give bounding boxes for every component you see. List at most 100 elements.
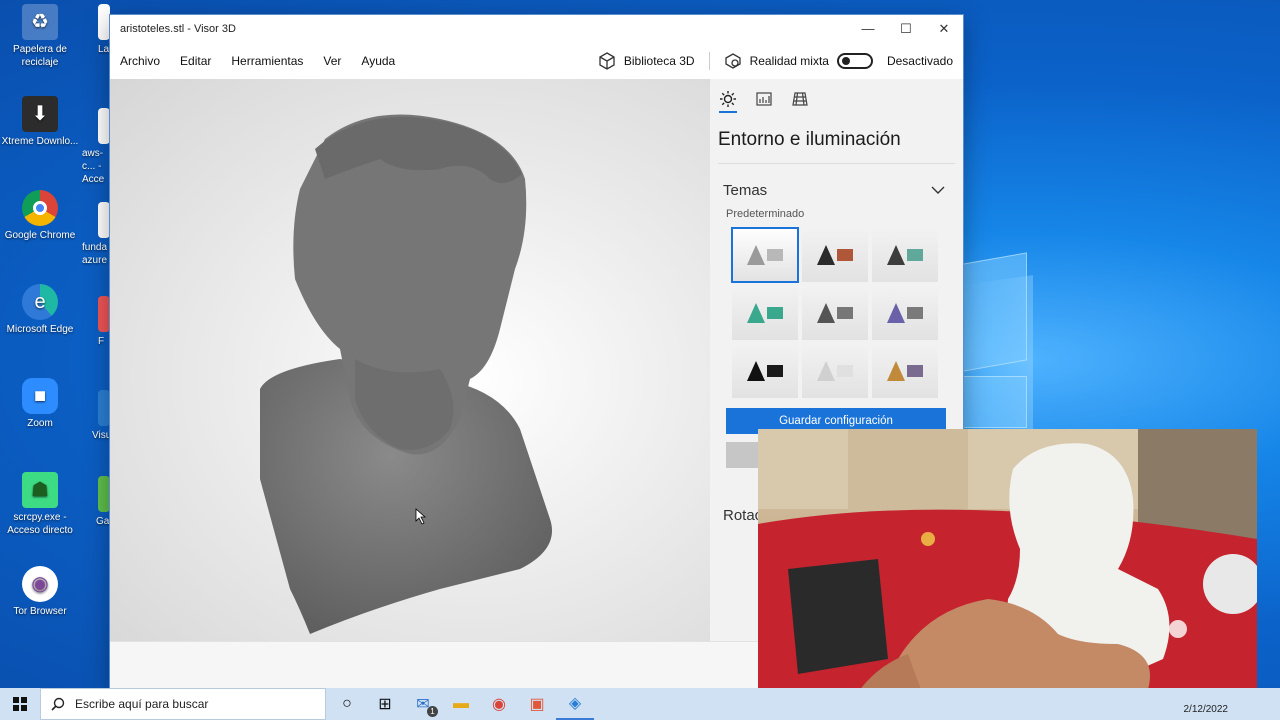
task-view-icon[interactable]: ⊞ (366, 688, 404, 720)
windows-logo-icon (13, 697, 27, 711)
cube-icon (599, 51, 615, 70)
taskbar-date: 2/12/2022 (1183, 704, 1229, 715)
file-icon (98, 108, 110, 144)
mixed-reality-toggle[interactable] (836, 52, 873, 69)
wallpaper-logo-pane (963, 376, 1027, 428)
desktop-icon-google-chrome[interactable]: Google Chrome (0, 190, 80, 242)
grid-icon (792, 92, 808, 106)
theme-cone-shape (747, 245, 765, 265)
desktop-icon-xtreme-download[interactable]: ⬇ Xtreme Downlo... (0, 96, 80, 148)
window-title: aristoteles.stl - Visor 3D (120, 22, 236, 35)
download-arrow-icon: ⬇ (22, 96, 58, 132)
menu-ver[interactable]: Ver (313, 54, 351, 68)
desktop-icon-microsoft-edge[interactable]: e Microsoft Edge (0, 284, 80, 336)
start-button[interactable] (0, 688, 40, 720)
tab-mesh[interactable] (791, 91, 809, 113)
mail-badge: 1 (427, 706, 438, 717)
minimize-button[interactable]: — (849, 15, 887, 42)
menu-separator (708, 51, 710, 70)
mixed-reality-icon (724, 52, 741, 69)
visual-studio-icon (98, 390, 110, 426)
themes-section-header[interactable]: Temas (710, 164, 963, 204)
mixed-reality-state: Desactivado (886, 53, 953, 68)
app-icon (98, 476, 110, 512)
recycle-bin-icon: ♻ (22, 4, 58, 40)
theme-cone-shape (817, 245, 835, 265)
desktop-icon-partial[interactable]: aws-c... - Acce (82, 108, 110, 186)
mail-icon[interactable]: ✉ 1 (404, 688, 442, 720)
theme-box-shape (837, 307, 853, 319)
theme-cone-shape (747, 361, 765, 381)
menu-herramientas[interactable]: Herramientas (221, 54, 313, 68)
file-icon (98, 4, 110, 40)
theme-thumbnail[interactable] (731, 227, 799, 283)
theme-thumbnail[interactable] (872, 286, 938, 340)
menu-editar[interactable]: Editar (170, 54, 221, 68)
taskbar: Escribe aquí para buscar ○ ⊞ ✉ 1 ▬ ◉ ▣ ◈… (0, 688, 1280, 720)
theme-box-shape (907, 307, 923, 319)
theme-box-shape (907, 249, 923, 261)
slicer-app-icon[interactable]: ▣ (518, 688, 556, 720)
desktop-icon-partial[interactable]: Visu (92, 390, 110, 442)
theme-thumbnail[interactable] (802, 286, 868, 340)
preset-label: Predeterminado (726, 208, 805, 220)
desktop-icon-partial[interactable]: funda azure (82, 202, 110, 267)
taskbar-search-box[interactable]: Escribe aquí para buscar (40, 688, 326, 720)
chevron-down-icon (931, 186, 945, 194)
edge-icon: e (22, 284, 58, 320)
panel-tabs (710, 79, 963, 117)
tab-lighting[interactable] (719, 91, 737, 113)
theme-thumbnail[interactable] (732, 286, 798, 340)
sun-icon (720, 91, 736, 107)
webcam-overlay (758, 429, 1257, 709)
theme-box-shape (837, 365, 853, 377)
theme-cone-shape (887, 245, 905, 265)
file-icon (98, 202, 110, 238)
chrome-icon (22, 190, 58, 226)
menu-ayuda[interactable]: Ayuda (351, 54, 405, 68)
theme-thumbnail[interactable] (732, 344, 798, 398)
desktop-icon-recycle-bin[interactable]: ♻ Papelera de reciclaje (0, 4, 80, 69)
mixed-reality-control[interactable]: Realidad mixta Desactivado (714, 52, 963, 70)
tor-onion-icon: ◉ (22, 566, 58, 602)
desktop-icon-zoom[interactable]: ■ Zoom (0, 378, 80, 430)
theme-cone-shape (747, 303, 765, 323)
3d-viewer-taskbar-icon[interactable]: ◈ (556, 688, 594, 720)
theme-thumbnail[interactable] (872, 228, 938, 282)
android-icon: ☗ (22, 472, 58, 508)
theme-cone-shape (887, 303, 905, 323)
tab-statistics[interactable] (755, 91, 773, 113)
themes-label: Temas (723, 181, 768, 199)
theme-box-shape (907, 365, 923, 377)
file-explorer-icon[interactable]: ▬ (442, 688, 480, 720)
theme-box-shape (767, 307, 783, 319)
theme-grid (710, 224, 963, 398)
close-button[interactable]: ✕ (925, 15, 963, 42)
stats-icon (756, 92, 772, 106)
library-3d-button[interactable]: Biblioteca 3D (588, 51, 705, 70)
theme-box-shape (767, 365, 783, 377)
menu-archivo[interactable]: Archivo (110, 54, 170, 68)
theme-box-shape (837, 249, 853, 261)
aristotle-bust-model[interactable] (110, 79, 710, 641)
desktop-icon-tor-browser[interactable]: ◉ Tor Browser (0, 566, 80, 618)
wallpaper-logo-pane (963, 252, 1027, 372)
desktop-icon-scrcpy[interactable]: ☗ scrcpy.exe - Acceso directo (0, 472, 80, 537)
mixed-reality-label: Realidad mixta (749, 53, 829, 68)
title-bar[interactable]: aristoteles.stl - Visor 3D — ☐ ✕ (110, 15, 963, 42)
search-placeholder: Escribe aquí para buscar (75, 697, 209, 711)
cortana-icon[interactable]: ○ (328, 688, 366, 720)
theme-thumbnail[interactable] (802, 344, 868, 398)
webcam-scene (758, 429, 1257, 709)
3d-viewport[interactable] (110, 79, 710, 641)
theme-cone-shape (817, 303, 835, 323)
theme-box-shape (767, 249, 783, 261)
theme-cone-shape (887, 361, 905, 381)
desktop-icon-partial[interactable]: Gar (96, 476, 110, 528)
theme-thumbnail[interactable] (872, 344, 938, 398)
chrome-taskbar-icon[interactable]: ◉ (480, 688, 518, 720)
theme-thumbnail[interactable] (802, 228, 868, 282)
file-icon (98, 296, 110, 332)
zoom-camera-icon: ■ (22, 378, 58, 414)
maximize-button[interactable]: ☐ (887, 15, 925, 42)
